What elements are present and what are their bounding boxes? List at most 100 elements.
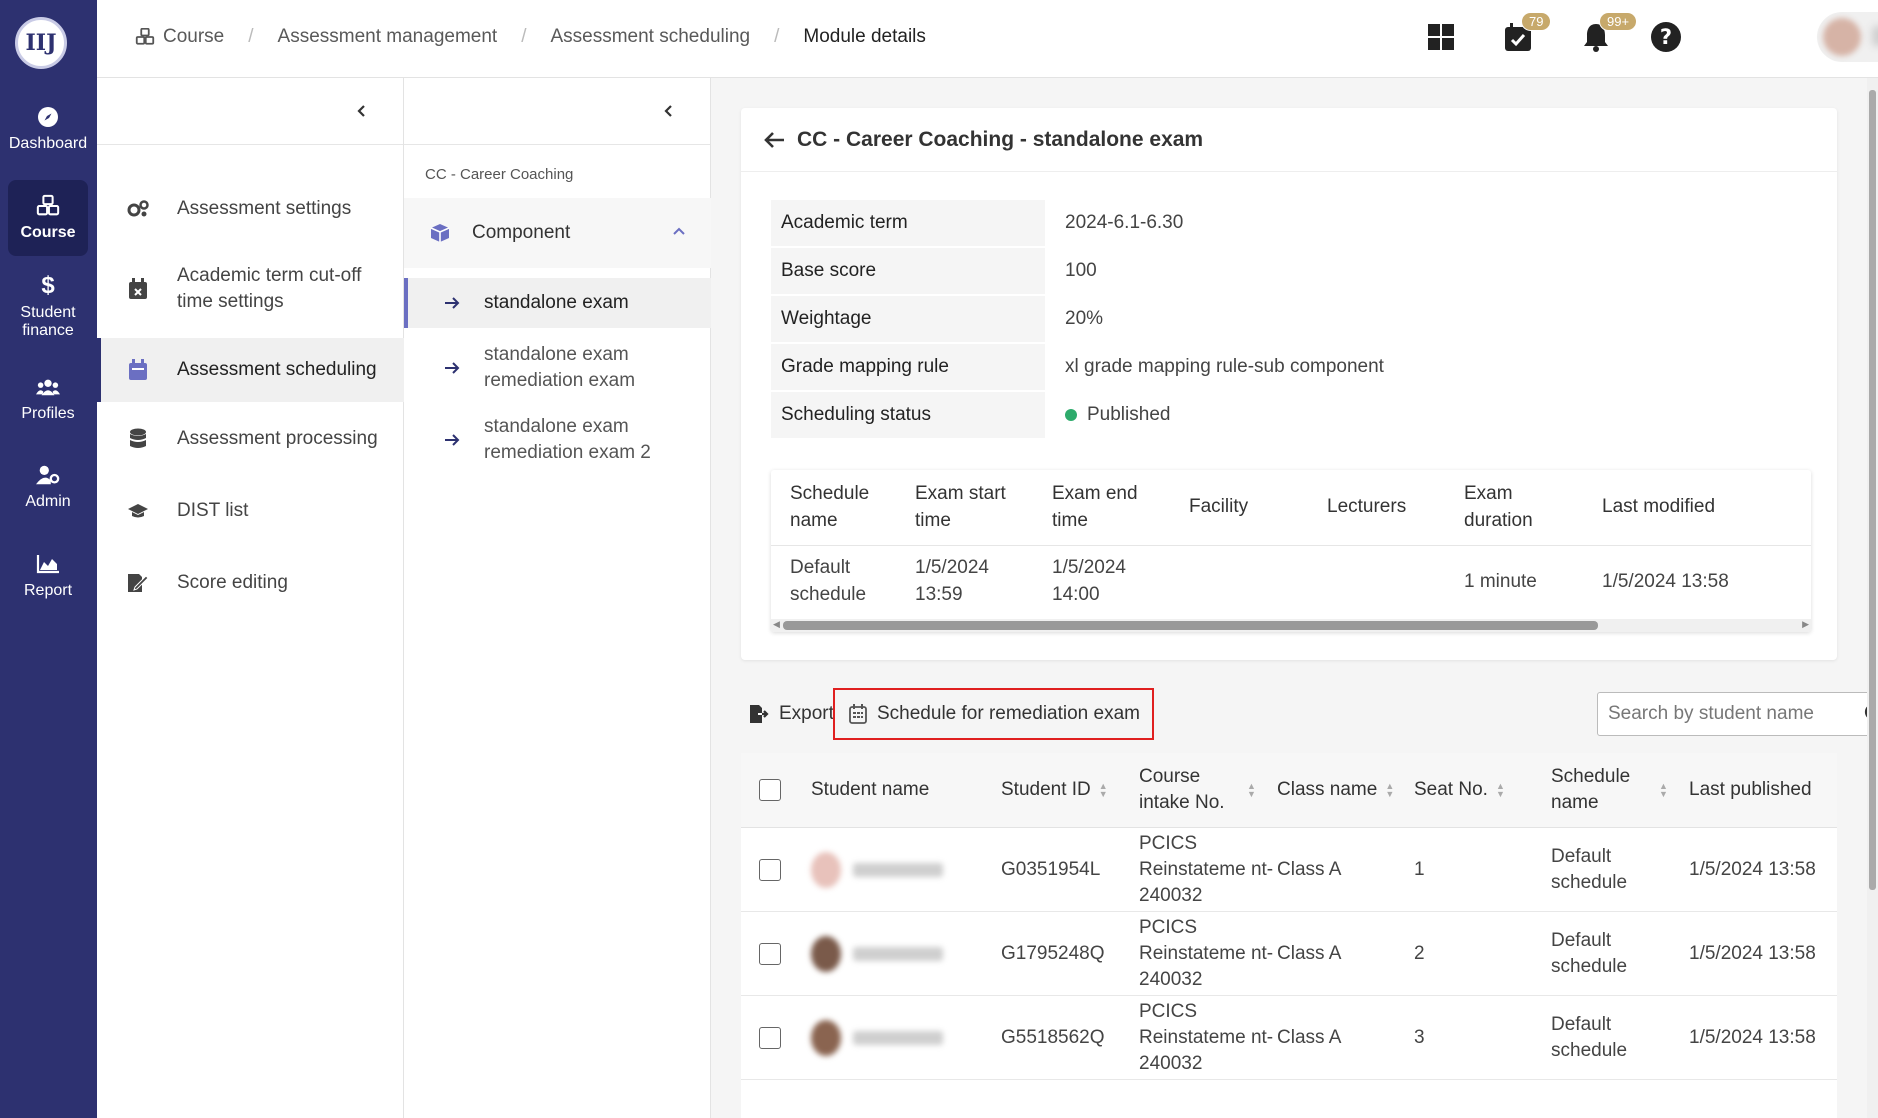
nav-course[interactable]: Course <box>8 180 88 256</box>
component-group-toggle[interactable]: Component <box>404 198 711 268</box>
module-panel: CC - Career Coaching Component standalon… <box>404 78 711 1118</box>
submenu-item-label: Assessment settings <box>177 198 352 219</box>
cubes-icon <box>135 28 155 46</box>
export-button[interactable]: Export <box>749 690 834 738</box>
status-badge: Published <box>1045 392 1170 438</box>
nav-profiles[interactable]: Profiles <box>8 375 88 423</box>
column-header-sortable[interactable]: Course intake No. ▲ ▼ <box>1139 753 1277 827</box>
sort-icon: ▲ ▼ <box>1247 780 1256 799</box>
select-all-checkbox[interactable] <box>759 779 781 801</box>
component-item-standalone-exam[interactable]: standalone exam <box>404 278 711 328</box>
nav-report-label: Report <box>23 582 73 599</box>
avatar <box>811 1020 841 1056</box>
avatar <box>811 852 841 888</box>
chart-area-icon <box>36 552 60 576</box>
student-toolbar: Export Schedule for remediation exam <box>741 688 1878 740</box>
submenu-item-assessment-scheduling[interactable]: Assessment scheduling <box>97 338 404 402</box>
redacted-name <box>853 947 943 961</box>
scroll-left-icon[interactable]: ◀ <box>773 619 780 630</box>
cell-exam-end: 1/5/2024 14:00 <box>1052 557 1126 605</box>
divider <box>404 144 710 145</box>
cell-schedule-name: Default schedule <box>1551 929 1628 977</box>
submenu-item-assessment-settings[interactable]: Assessment settings <box>97 178 404 240</box>
chevron-left-icon <box>357 105 365 117</box>
nav-dashboard-label: Dashboard <box>8 135 88 152</box>
row-checkbox[interactable] <box>759 1027 781 1049</box>
nav-admin[interactable]: Admin <box>8 463 88 511</box>
chevron-left-icon <box>664 105 672 117</box>
compass-icon <box>36 105 60 129</box>
column-header-sortable[interactable]: Class name ▲ ▼ <box>1277 753 1414 827</box>
field-label: Academic term <box>771 200 1045 246</box>
horizontal-scrollbar[interactable]: ◀ ▶ <box>771 619 1811 632</box>
cell-course-intake: PCICS Reinstateme nt-240032 <box>1139 1000 1274 1075</box>
scrollbar-thumb[interactable] <box>1869 90 1876 890</box>
help-icon[interactable]: ? <box>1649 20 1683 54</box>
column-header: Exam end time <box>1052 482 1138 531</box>
user-menu[interactable] <box>1817 12 1878 62</box>
column-header-sortable[interactable]: Schedule name ▲ ▼ <box>1551 753 1689 827</box>
module-title: CC - Career Coaching <box>425 166 574 183</box>
calendar-icon <box>126 359 150 381</box>
table-row[interactable]: G0351954L PCICS Reinstateme nt-240032 Cl… <box>741 829 1837 912</box>
cell-last-published: 1/5/2024 13:58 <box>1689 858 1816 880</box>
column-header: Lecturers <box>1327 496 1407 518</box>
component-item-label: standalone exam <box>484 292 629 314</box>
cell-seat-no: 3 <box>1414 1026 1425 1048</box>
cell-class-name: Class A <box>1277 1026 1342 1048</box>
row-checkbox[interactable] <box>759 859 781 881</box>
schedule-remediation-button[interactable]: Schedule for remediation exam <box>849 690 1140 738</box>
collapse-submenu-button[interactable] <box>347 96 377 126</box>
edit-document-icon <box>126 573 150 593</box>
nav-student-finance[interactable]: $ Student finance <box>8 272 88 339</box>
submenu-item-dist-list[interactable]: DIST list <box>97 480 404 542</box>
column-header: Last published <box>1689 778 1812 800</box>
apps-grid-icon[interactable] <box>1424 20 1458 54</box>
nav-dashboard[interactable]: Dashboard <box>8 105 88 153</box>
collapse-module-panel-button[interactable] <box>654 96 684 126</box>
column-header-sortable[interactable]: Student ID ▲ ▼ <box>1001 753 1139 827</box>
component-item-remediation-exam-2[interactable]: standalone exam remediation exam 2 <box>404 406 711 474</box>
submenu-item-score-editing[interactable]: Score editing <box>97 552 404 614</box>
table-row[interactable]: G1795248Q PCICS Reinstateme nt-240032 Cl… <box>741 913 1837 996</box>
component-label: Component <box>472 222 571 243</box>
cell-schedule-name: Default schedule <box>1551 1013 1628 1061</box>
row-checkbox[interactable] <box>759 943 781 965</box>
cell-class-name: Class A <box>1277 858 1342 880</box>
column-header: Schedule name <box>790 482 870 531</box>
column-header-sortable[interactable]: Seat No. ▲ ▼ <box>1414 753 1551 827</box>
sort-icon: ▲ ▼ <box>1385 780 1395 799</box>
svg-text:?: ? <box>1660 25 1672 49</box>
scrollbar-thumb[interactable] <box>783 621 1598 630</box>
table-row[interactable]: Default schedule 1/5/2024 13:59 1/5/2024… <box>771 547 1811 617</box>
submenu-item-assessment-processing[interactable]: Assessment processing <box>97 408 404 470</box>
field-grade-mapping-rule: Grade mapping rule xl grade mapping rule… <box>771 344 1811 390</box>
column-header-label: Class name <box>1277 778 1378 800</box>
app-logo[interactable]: IIJ <box>15 17 67 69</box>
submenu-item-cutoff-time[interactable]: Academic term cut-off time settings <box>97 242 404 336</box>
task-calendar-icon[interactable]: 79 <box>1501 12 1552 54</box>
notifications-badge: 99+ <box>1599 12 1638 31</box>
search-input[interactable] <box>1598 703 1848 725</box>
arrow-right-icon <box>444 361 464 375</box>
table-row[interactable]: G5518562Q PCICS Reinstateme nt-240032 Cl… <box>741 997 1837 1080</box>
breadcrumb-course[interactable]: Course <box>163 26 224 48</box>
back-arrow-icon[interactable] <box>763 131 785 149</box>
field-value: 100 <box>1065 260 1097 281</box>
scroll-right-icon[interactable]: ▶ <box>1802 619 1809 630</box>
cell-schedule-name: Default schedule <box>790 557 867 605</box>
graduation-cap-icon <box>126 503 150 519</box>
field-academic-term: Academic term 2024-6.1-6.30 <box>771 200 1811 246</box>
cube-icon <box>430 223 450 243</box>
cell-exam-duration: 1 minute <box>1464 570 1537 592</box>
column-header-label: Schedule name <box>1551 765 1631 813</box>
redacted-name <box>853 1031 943 1045</box>
submenu-item-label: Academic term cut-off time settings <box>177 265 362 312</box>
bell-icon[interactable]: 99+ <box>1579 12 1638 54</box>
page-vertical-scrollbar[interactable] <box>1867 78 1878 1118</box>
breadcrumb-assessment-management[interactable]: Assessment management <box>278 26 498 48</box>
breadcrumb-assessment-scheduling[interactable]: Assessment scheduling <box>550 26 750 48</box>
component-item-remediation-exam[interactable]: standalone exam remediation exam <box>404 334 711 402</box>
nav-report[interactable]: Report <box>8 552 88 600</box>
field-base-score: Base score 100 <box>771 248 1811 294</box>
